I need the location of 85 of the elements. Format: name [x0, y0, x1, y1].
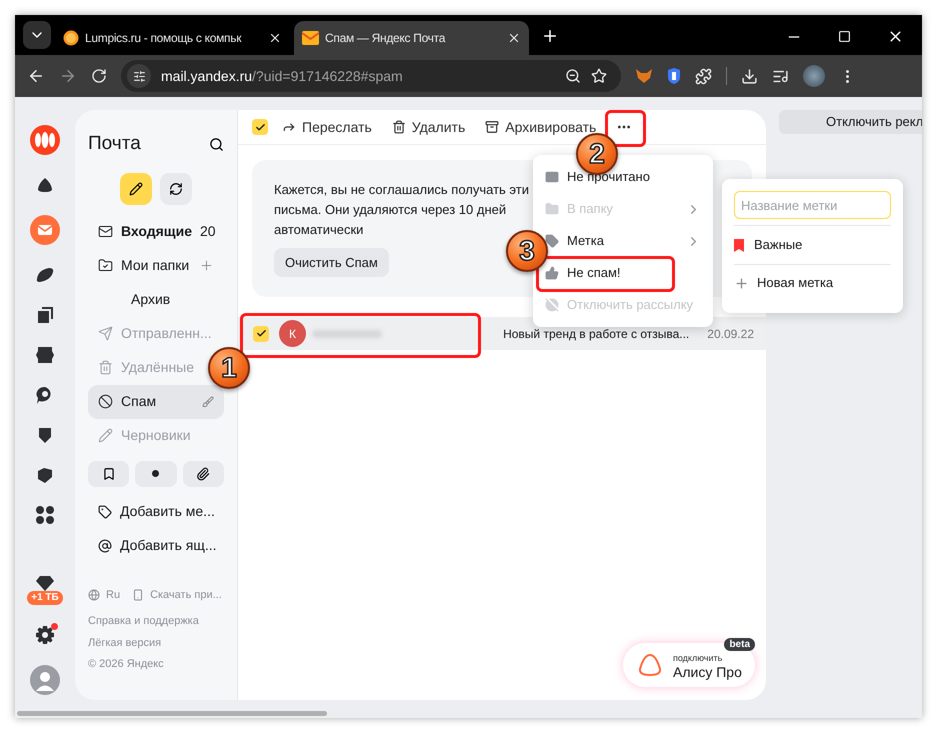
- calendar-icon[interactable]: [35, 345, 55, 365]
- bookmark-icon: [102, 466, 116, 480]
- envelope-icon: [302, 31, 319, 45]
- menu-item[interactable]: Метка: [545, 231, 604, 251]
- paperclip-icon: [196, 466, 210, 480]
- trash-icon: [392, 120, 406, 134]
- folder-item[interactable]: Входящие 20: [88, 214, 224, 248]
- tab-list-button[interactable]: [23, 21, 51, 49]
- bookmark-filter-button[interactable]: [88, 460, 130, 486]
- thumbs-up-icon: [545, 266, 559, 280]
- tag-icon: [98, 504, 112, 518]
- profile-avatar[interactable]: [803, 65, 825, 87]
- bookmark-star-icon[interactable]: [591, 68, 607, 84]
- checkbox[interactable]: [253, 326, 269, 342]
- download-icon[interactable]: [741, 68, 758, 84]
- message-date: 20.09.22: [707, 326, 754, 342]
- tag-icon: [545, 234, 559, 248]
- unread-count: 20: [200, 222, 216, 241]
- checkmark-icon: [254, 122, 266, 132]
- label-name-field[interactable]: Название метки: [734, 191, 891, 219]
- sender-avatar: К: [279, 320, 306, 347]
- shield-extension-icon[interactable]: [667, 68, 681, 84]
- new-tab-icon[interactable]: [541, 27, 559, 45]
- message-subject: Новый тренд в работе с отзыва...: [503, 326, 690, 342]
- address-bar[interactable]: mail.yandex.ru/?uid=917146228#spam: [121, 60, 621, 92]
- maximize-icon[interactable]: [838, 30, 851, 43]
- close-tab-icon[interactable]: [507, 31, 521, 45]
- plus-icon: [734, 276, 749, 290]
- user-avatar[interactable]: [30, 665, 60, 695]
- blurred-sender: [312, 330, 382, 338]
- menu-item[interactable]: Не спам!: [545, 263, 621, 283]
- clear-spam-button[interactable]: Очистить Спам: [274, 248, 389, 277]
- phone-icon: [132, 588, 144, 601]
- compose-button[interactable]: [120, 172, 152, 204]
- scrollbar[interactable]: [17, 711, 327, 716]
- mail-icon[interactable]: [30, 215, 60, 245]
- apps-grid-icon[interactable]: [35, 505, 55, 525]
- at-sign-icon: [98, 538, 112, 552]
- folder-item[interactable]: Архив: [88, 282, 180, 316]
- add-icon[interactable]: [199, 258, 214, 273]
- app-icon[interactable]: [35, 305, 55, 325]
- checkmark-icon: [256, 328, 266, 339]
- add-link[interactable]: Добавить ме...: [88, 494, 224, 528]
- crossed-circle-icon: [545, 298, 559, 312]
- fruit-icon: [63, 30, 79, 46]
- archive-icon: [485, 120, 500, 134]
- gear-icon[interactable]: [35, 625, 55, 645]
- unread-filter-button[interactable]: [135, 460, 177, 486]
- close-tab-icon[interactable]: [268, 31, 282, 45]
- folder-item[interactable]: Спам: [88, 384, 224, 418]
- search-icon[interactable]: [209, 136, 224, 152]
- refresh-button[interactable]: [160, 172, 192, 204]
- fox-extension-icon[interactable]: [635, 68, 653, 84]
- new-label-item[interactable]: Новая метка: [734, 265, 891, 301]
- url-text: mail.yandex.ru/?uid=917146228#spam: [161, 66, 404, 86]
- gem-icon[interactable]: [36, 575, 54, 591]
- disable-ads-button[interactable]: Отключить рекл: [779, 110, 922, 134]
- forward-icon[interactable]: [59, 67, 77, 85]
- alice-title: Алису Про: [673, 665, 742, 679]
- app-icon[interactable]: [35, 175, 55, 195]
- envelope-icon: [545, 170, 559, 184]
- toolbar-action[interactable]: Переслать: [282, 116, 372, 138]
- attachment-filter-button[interactable]: [182, 460, 224, 486]
- back-icon[interactable]: [27, 67, 45, 85]
- zoom-icon[interactable]: [565, 68, 581, 84]
- app-icon[interactable]: [35, 465, 55, 485]
- pencil-icon: [129, 182, 143, 196]
- folder-item[interactable]: Мои папки: [88, 248, 224, 282]
- alice-icon: [637, 652, 663, 678]
- app-icon[interactable]: [35, 265, 55, 285]
- beta-badge: beta: [724, 638, 755, 651]
- add-link[interactable]: Добавить ящ...: [88, 528, 224, 562]
- reload-icon[interactable]: [91, 68, 107, 84]
- toolbar-action[interactable]: Удалить: [392, 116, 466, 138]
- logo-icon[interactable]: [30, 125, 60, 155]
- site-info-icon[interactable]: [132, 70, 146, 82]
- alice-caption: подключить: [673, 652, 724, 665]
- checkbox[interactable]: [252, 119, 268, 135]
- globe-icon: [88, 588, 100, 601]
- app-title: Почта: [88, 132, 141, 156]
- refresh-icon: [169, 182, 183, 196]
- extensions-icon[interactable]: [695, 68, 712, 84]
- browser-tab[interactable]: Спам — Яндекс Почта: [294, 21, 529, 55]
- label-item[interactable]: Важные: [734, 226, 891, 264]
- broom-icon[interactable]: [202, 396, 214, 408]
